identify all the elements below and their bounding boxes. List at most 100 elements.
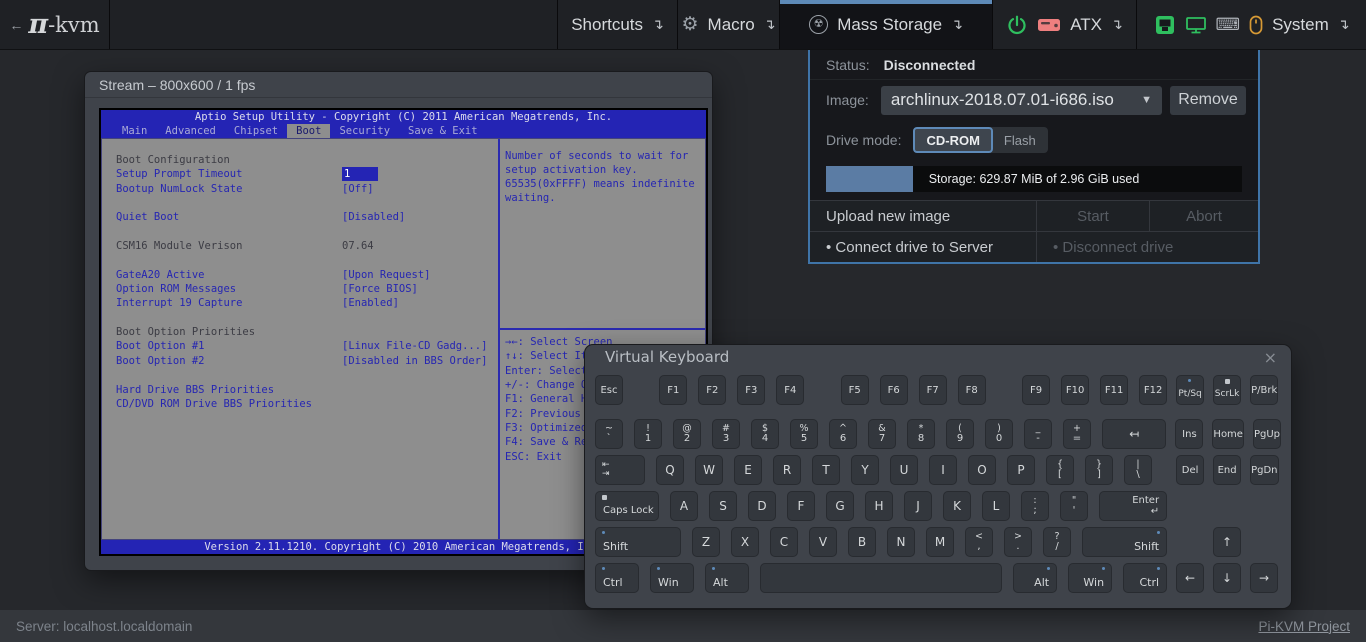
key-p[interactable]: P — [1007, 455, 1035, 485]
key-f8[interactable]: F8 — [958, 375, 986, 405]
key-a[interactable]: A — [670, 491, 698, 521]
key-enter[interactable]: Enter↵ — [1099, 491, 1167, 521]
close-icon[interactable]: × — [1264, 348, 1277, 367]
key-0[interactable]: )0 — [985, 419, 1013, 449]
key-5[interactable]: %5 — [790, 419, 818, 449]
key-insert[interactable]: Ins — [1175, 419, 1203, 449]
menu-system[interactable]: ⌨ System ↴ — [1136, 0, 1366, 49]
key-z[interactable]: Z — [692, 527, 720, 557]
disconnect-drive-button[interactable]: • Disconnect drive — [1036, 232, 1258, 262]
key-ctrl-left[interactable]: Ctrl — [595, 563, 639, 593]
key-d[interactable]: D — [748, 491, 776, 521]
key-win-right[interactable]: Win — [1068, 563, 1112, 593]
key-l[interactable]: L — [982, 491, 1010, 521]
key-print-screen[interactable]: Pt/Sq — [1176, 375, 1204, 405]
key-slash[interactable]: ?/ — [1043, 527, 1071, 557]
stream-window-titlebar[interactable]: Stream – 800x600 / 1 fps — [85, 72, 712, 98]
key-f3[interactable]: F3 — [737, 375, 765, 405]
key-minus[interactable]: _- — [1024, 419, 1052, 449]
key-alt-right[interactable]: Alt — [1013, 563, 1057, 593]
menu-macro[interactable]: ⚙ Macro ↴ — [677, 0, 779, 49]
key-v[interactable]: V — [809, 527, 837, 557]
key-arrow-right[interactable]: → — [1250, 563, 1278, 593]
key-shift-right[interactable]: Shift — [1082, 527, 1167, 557]
key-t[interactable]: T — [812, 455, 840, 485]
key-period[interactable]: >. — [1004, 527, 1032, 557]
key-pause-break[interactable]: P/Brk — [1250, 375, 1278, 405]
key-k[interactable]: K — [943, 491, 971, 521]
key-f6[interactable]: F6 — [880, 375, 908, 405]
key-ctrl-right[interactable]: Ctrl — [1123, 563, 1167, 593]
key-h[interactable]: H — [865, 491, 893, 521]
key-y[interactable]: Y — [851, 455, 879, 485]
key-f11[interactable]: F11 — [1100, 375, 1128, 405]
key-n[interactable]: N — [887, 527, 915, 557]
key-g[interactable]: G — [826, 491, 854, 521]
key-home[interactable]: Home — [1212, 419, 1244, 449]
key-j[interactable]: J — [904, 491, 932, 521]
image-select[interactable]: archlinux-2018.07.01-i686.iso ▼ — [881, 86, 1162, 115]
key-r[interactable]: R — [773, 455, 801, 485]
pikvm-project-link[interactable]: Pi-KVM Project — [1258, 619, 1350, 634]
key-f10[interactable]: F10 — [1061, 375, 1089, 405]
key-backslash[interactable]: |\ — [1124, 455, 1152, 485]
key-semicolon[interactable]: :; — [1021, 491, 1049, 521]
menu-mass-storage[interactable]: ☢ Mass Storage ↴ — [779, 0, 992, 49]
key-u[interactable]: U — [890, 455, 918, 485]
keyboard-window-titlebar[interactable]: Virtual Keyboard × — [585, 345, 1291, 369]
key-f12[interactable]: F12 — [1139, 375, 1167, 405]
key-8[interactable]: *8 — [907, 419, 935, 449]
key-backquote[interactable]: ~` — [595, 419, 623, 449]
key-arrow-down[interactable]: ↓ — [1213, 563, 1241, 593]
key-backspace[interactable]: ↤ — [1102, 419, 1166, 449]
key-w[interactable]: W — [695, 455, 723, 485]
key-space[interactable] — [760, 563, 1002, 593]
key-s[interactable]: S — [709, 491, 737, 521]
key-arrow-left[interactable]: ← — [1176, 563, 1204, 593]
key-m[interactable]: M — [926, 527, 954, 557]
key-caps-lock[interactable]: Caps Lock — [595, 491, 659, 521]
key-win-left[interactable]: Win — [650, 563, 694, 593]
key-4[interactable]: $4 — [751, 419, 779, 449]
key-bracket-right[interactable]: }] — [1085, 455, 1113, 485]
key-comma[interactable]: <, — [965, 527, 993, 557]
key-6[interactable]: ^6 — [829, 419, 857, 449]
key-f2[interactable]: F2 — [698, 375, 726, 405]
key-quote[interactable]: "' — [1060, 491, 1088, 521]
key-arrow-up[interactable]: ↑ — [1213, 527, 1241, 557]
key-page-up[interactable]: PgUp — [1253, 419, 1281, 449]
start-upload-button[interactable]: Start — [1036, 201, 1149, 231]
key-c[interactable]: C — [770, 527, 798, 557]
key-page-down[interactable]: PgDn — [1250, 455, 1278, 485]
key-7[interactable]: &7 — [868, 419, 896, 449]
key-f1[interactable]: F1 — [659, 375, 687, 405]
key-end[interactable]: End — [1213, 455, 1241, 485]
key-f9[interactable]: F9 — [1022, 375, 1050, 405]
key-e[interactable]: E — [734, 455, 762, 485]
key-3[interactable]: #3 — [712, 419, 740, 449]
key-esc[interactable]: Esc — [595, 375, 623, 405]
key-2[interactable]: @2 — [673, 419, 701, 449]
key-delete[interactable]: Del — [1176, 455, 1204, 485]
menu-shortcuts[interactable]: Shortcuts ↴ — [557, 0, 677, 49]
key-o[interactable]: O — [968, 455, 996, 485]
key-tab[interactable]: ⇤⇥ — [595, 455, 645, 485]
connect-drive-button[interactable]: • Connect drive to Server — [810, 232, 1036, 262]
key-9[interactable]: (9 — [946, 419, 974, 449]
key-equal[interactable]: += — [1063, 419, 1091, 449]
key-f4[interactable]: F4 — [776, 375, 804, 405]
key-1[interactable]: !1 — [634, 419, 662, 449]
logo-home-link[interactable]: ← π -kvm — [0, 0, 110, 49]
mode-flash-button[interactable]: Flash — [990, 127, 1048, 153]
upload-new-image-button[interactable]: Upload new image — [810, 201, 1036, 231]
mode-cdrom-button[interactable]: CD-ROM — [913, 127, 992, 153]
abort-upload-button[interactable]: Abort — [1149, 201, 1258, 231]
key-f7[interactable]: F7 — [919, 375, 947, 405]
key-alt-left[interactable]: Alt — [705, 563, 749, 593]
key-b[interactable]: B — [848, 527, 876, 557]
menu-atx[interactable]: ATX ↴ — [992, 0, 1136, 49]
key-q[interactable]: Q — [656, 455, 684, 485]
key-f5[interactable]: F5 — [841, 375, 869, 405]
key-shift-left[interactable]: Shift — [595, 527, 681, 557]
remove-image-button[interactable]: Remove — [1170, 86, 1246, 115]
